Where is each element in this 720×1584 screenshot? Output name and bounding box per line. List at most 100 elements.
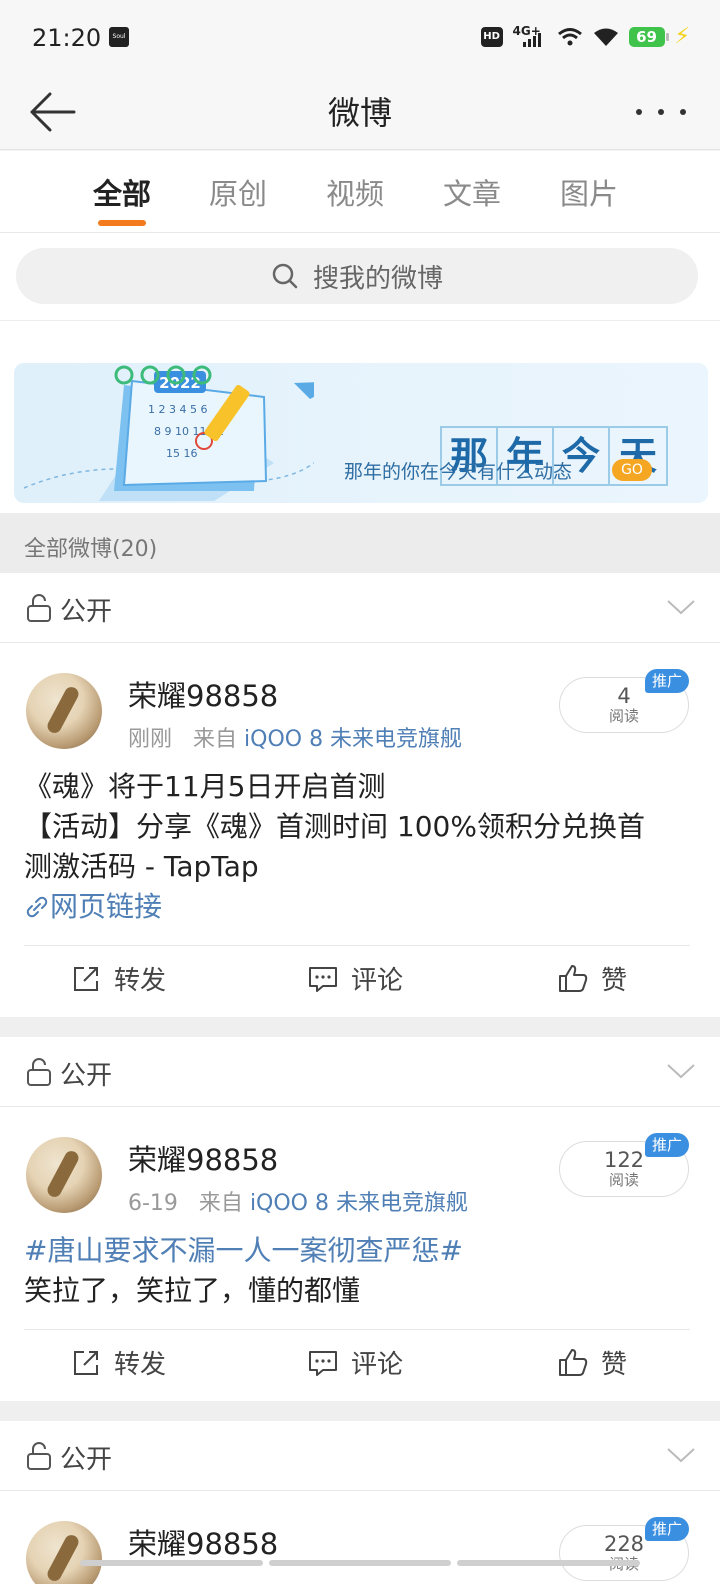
promote-badge[interactable]: 推广 xyxy=(645,669,689,693)
chevron-down-icon[interactable] xyxy=(666,597,696,617)
comment-icon xyxy=(309,966,337,992)
like-button[interactable]: 赞 xyxy=(557,1344,627,1381)
post-separator xyxy=(0,1401,720,1421)
more-options-icon[interactable] xyxy=(636,102,686,122)
search-placeholder: 搜我的微博 xyxy=(312,263,443,294)
like-label: 赞 xyxy=(601,1350,628,1380)
app-header: 微博 xyxy=(0,76,720,150)
charging-icon: ⚡ xyxy=(674,24,690,49)
comment-button[interactable]: 评论 xyxy=(307,960,403,997)
unlock-icon xyxy=(27,594,51,622)
tab-video[interactable]: 视频 xyxy=(326,171,384,213)
comment-label: 评论 xyxy=(351,966,404,996)
privacy-label: 公开 xyxy=(60,597,113,627)
tab-bar: 全部 原创 视频 文章 图片 xyxy=(0,151,720,233)
from-label: 来自 xyxy=(193,727,238,752)
avatar[interactable] xyxy=(26,673,102,749)
unlock-icon xyxy=(27,1442,51,1470)
privacy-label: 公开 xyxy=(60,1061,113,1091)
post-time: 6-19 xyxy=(128,1191,178,1216)
calendar-illustration: 2022 1 2 3 4 5 6 8 9 10 11 12 15 16 xyxy=(23,365,314,501)
hashtag-link[interactable]: #唐山要求不漏一人一案彻查严惩# xyxy=(24,1231,696,1271)
repost-label: 转发 xyxy=(114,966,167,996)
all-weibo-header: 全部微博(20) xyxy=(0,513,720,573)
privacy-label: 公开 xyxy=(60,1445,113,1475)
status-bar: 21:20 Soul HD 4G+ 69 ⚡ xyxy=(0,0,720,76)
svg-text:15 16: 15 16 xyxy=(166,447,198,460)
link-icon xyxy=(26,896,48,918)
chevron-down-icon[interactable] xyxy=(666,1445,696,1465)
chevron-down-icon[interactable] xyxy=(666,1061,696,1081)
from-label: 来自 xyxy=(198,1191,243,1216)
post-card: 荣耀98858 228 阅读 推广 xyxy=(0,1491,720,1584)
post-actions: 转发 评论 赞 xyxy=(0,1330,720,1400)
bottom-scroll-indicator xyxy=(80,1560,641,1566)
post-meta: 6-19 来自 iQOO 8 未来电竞旗舰 xyxy=(128,1185,468,1217)
web-link[interactable]: 网页链接 xyxy=(24,887,696,927)
promote-badge[interactable]: 推广 xyxy=(645,1133,689,1157)
on-this-day-banner[interactable]: 2022 1 2 3 4 5 6 8 9 10 11 12 15 16 那 年 … xyxy=(14,363,708,503)
hd-icon: HD xyxy=(480,26,503,47)
avatar[interactable] xyxy=(26,1521,102,1584)
username[interactable]: 荣耀98858 xyxy=(128,673,278,715)
battery-icon: 69 xyxy=(628,26,669,47)
post-time: 刚刚 xyxy=(128,727,173,752)
comment-icon xyxy=(309,1350,337,1376)
status-time: 21:20 xyxy=(32,24,102,52)
post-text-line: 测激活码 - TapTap xyxy=(24,850,259,883)
banner-subtitle: 那年的你在今天有什么动态 xyxy=(344,461,573,483)
privacy-bar[interactable]: 公开 xyxy=(0,1037,720,1107)
read-label: 阅读 xyxy=(608,1171,639,1189)
repost-button[interactable]: 转发 xyxy=(70,960,166,997)
comment-label: 评论 xyxy=(351,1350,404,1380)
post-content: 《魂》将于11月5日开启首测 【活动】分享《魂》首测时间 100%领积分兑换首 … xyxy=(24,767,696,927)
post-text-line: 【活动】分享《魂》首测时间 100%领积分兑换首 xyxy=(24,810,645,843)
cellular-signal-icon: 4G+ xyxy=(513,25,547,49)
banner-go-button[interactable]: GO xyxy=(612,459,652,481)
comment-button[interactable]: 评论 xyxy=(307,1344,403,1381)
search-icon xyxy=(272,263,298,289)
repost-icon xyxy=(74,1350,98,1375)
username[interactable]: 荣耀98858 xyxy=(128,1137,278,1179)
post-text-line: 笑拉了，笑拉了，懂的都懂 xyxy=(24,1274,361,1307)
tab-image[interactable]: 图片 xyxy=(560,171,618,213)
tab-article[interactable]: 文章 xyxy=(443,171,501,213)
post-card: 荣耀98858 刚刚 来自 iQOO 8 未来电竞旗舰 4 阅读 推广 《魂》将… xyxy=(0,643,720,1017)
all-weibo-count: 全部微博(20) xyxy=(24,537,158,562)
username[interactable]: 荣耀98858 xyxy=(128,1521,278,1563)
soul-app-icon: Soul xyxy=(109,27,129,47)
status-icons: HD 4G+ 69 ⚡ xyxy=(480,24,690,49)
post-text-line: 《魂》将于11月5日开启首测 xyxy=(24,770,386,803)
wifi-icon xyxy=(593,28,618,46)
page-title: 微博 xyxy=(327,94,392,132)
like-button[interactable]: 赞 xyxy=(557,960,627,997)
unlock-icon xyxy=(27,1058,51,1086)
search-area: 搜我的微博 xyxy=(0,233,720,321)
post-meta: 刚刚 来自 iQOO 8 未来电竞旗舰 xyxy=(128,721,462,753)
wifi-alt-icon xyxy=(557,27,582,45)
read-label: 阅读 xyxy=(608,707,639,725)
post-source[interactable]: iQOO 8 未来电竞旗舰 xyxy=(250,1191,468,1216)
post-separator xyxy=(0,1017,720,1037)
privacy-bar[interactable]: 公开 xyxy=(0,1421,720,1491)
like-label: 赞 xyxy=(601,966,628,996)
thumbs-up-icon xyxy=(559,1348,588,1376)
active-tab-indicator xyxy=(98,220,146,226)
repost-button[interactable]: 转发 xyxy=(70,1344,166,1381)
search-input[interactable]: 搜我的微博 xyxy=(16,248,698,304)
repost-icon xyxy=(74,966,98,991)
web-link-label: 网页链接 xyxy=(50,890,163,923)
post-actions: 转发 评论 赞 xyxy=(0,946,720,1016)
promote-badge[interactable]: 推广 xyxy=(645,1517,689,1541)
avatar[interactable] xyxy=(26,1137,102,1213)
banner-area: 2022 1 2 3 4 5 6 8 9 10 11 12 15 16 那 年 … xyxy=(0,321,720,513)
repost-label: 转发 xyxy=(114,1350,167,1380)
thumbs-up-icon xyxy=(559,964,588,992)
svg-text:1 2 3 4 5 6: 1 2 3 4 5 6 xyxy=(148,403,207,416)
post-content: #唐山要求不漏一人一案彻查严惩# 笑拉了，笑拉了，懂的都懂 xyxy=(24,1231,696,1311)
privacy-bar[interactable]: 公开 xyxy=(0,573,720,643)
post-source[interactable]: iQOO 8 未来电竞旗舰 xyxy=(244,727,462,752)
tab-all[interactable]: 全部 xyxy=(93,171,151,213)
post-card: 荣耀98858 6-19 来自 iQOO 8 未来电竞旗舰 122 阅读 推广 … xyxy=(0,1107,720,1401)
tab-original[interactable]: 原创 xyxy=(209,171,267,213)
